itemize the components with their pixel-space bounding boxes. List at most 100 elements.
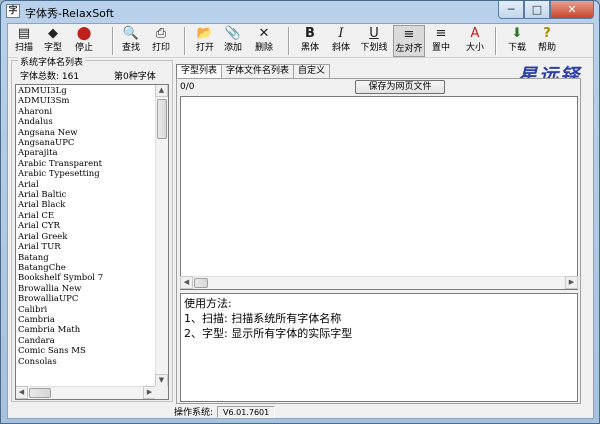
font-list-item[interactable]: ADMUI3Sm: [17, 96, 156, 106]
os-version: V6.01.7601: [217, 405, 276, 418]
toolbar-button-align-center[interactable]: ≡ 置中: [427, 25, 455, 57]
font-index-label: 第0种字体: [114, 72, 156, 82]
font-list-item[interactable]: Browallia New: [17, 284, 156, 294]
help-icon: ?: [543, 26, 551, 41]
tab-font-file-list[interactable]: 字体文件名列表: [221, 64, 295, 78]
status-bar: 操作系统: V6.01.7601: [174, 405, 276, 418]
font-list-item[interactable]: Angsana New: [17, 128, 156, 138]
font-list-item[interactable]: Arial TUR: [17, 242, 156, 252]
font-list-item[interactable]: Arial: [17, 180, 156, 190]
font-list-item[interactable]: Arabic Transparent: [17, 159, 156, 169]
font-list-item[interactable]: Batang: [17, 253, 156, 263]
font-list-item[interactable]: Consolas: [17, 357, 156, 367]
font-list-item[interactable]: Arial CE: [17, 211, 156, 221]
client-area: ▤ 扫描 ◆ 字型 ⬤ 停止 🔍 查找 ⎙ 打印 📂 打开 📎 添加 ✕ 删除 B 黑体 I 斜体 U 下划线 ≡ 左对齐 ≡ 置…: [7, 23, 594, 419]
usage-line: 1、扫描: 扫描系统所有字体名称: [184, 312, 342, 325]
font-list-horizontal-scrollbar[interactable]: ◀ ▶: [16, 386, 156, 399]
font-list-item[interactable]: Bookshelf Symbol 7: [17, 273, 156, 283]
toolbar-separator: [184, 27, 186, 55]
font-list-item[interactable]: Cambria: [17, 315, 156, 325]
toolbar-button-label: 大小: [465, 43, 484, 53]
scroll-left-icon[interactable]: ◀: [16, 386, 28, 399]
font-list-item[interactable]: Andalus: [17, 117, 156, 127]
font-list-item[interactable]: Comic Sans MS: [17, 346, 156, 356]
scroll-thumb[interactable]: [157, 99, 167, 139]
download-icon: ⬇: [511, 26, 523, 41]
font-list-vertical-scrollbar[interactable]: ▲ ▼: [155, 85, 168, 387]
scroll-up-icon[interactable]: ▲: [155, 85, 168, 97]
scroll-right-icon[interactable]: ▶: [565, 276, 578, 289]
toolbar-button-printer[interactable]: ⎙ 打印: [148, 25, 174, 57]
toolbar-button-underline[interactable]: U 下划线: [358, 25, 390, 57]
tab-panel: 0/0 保存为网页文件 ◀ ▶ 使用方法: 1、扫描: 扫描系统所有字体名称 2…: [176, 78, 581, 404]
font-size-icon: A: [470, 26, 480, 41]
toolbar-button-label: 停止: [74, 43, 93, 53]
delete-icon: ✕: [258, 26, 270, 41]
page-counter: 0/0: [180, 82, 195, 92]
toolbar-button-label: 黑体: [300, 43, 319, 53]
scroll-thumb[interactable]: [194, 278, 208, 288]
font-list-item[interactable]: BatangChe: [17, 263, 156, 273]
font-list-item[interactable]: Aparajita: [17, 148, 156, 158]
toolbar-separator: [495, 27, 497, 55]
toolbar-button-scanner[interactable]: ▤ 扫描: [11, 25, 37, 57]
scroll-left-icon[interactable]: ◀: [180, 276, 193, 289]
minimize-button[interactable]: ─: [498, 1, 524, 19]
toolbar-button-help[interactable]: ? 帮助: [533, 25, 561, 57]
toolbar-button-delete[interactable]: ✕ 删除: [251, 25, 277, 57]
close-button[interactable]: ✕: [550, 1, 594, 19]
font-list-item[interactable]: Arial CYR: [17, 221, 156, 231]
font-list-item[interactable]: Arabic Typesetting: [17, 169, 156, 179]
document-icon: 字: [6, 4, 20, 18]
toolbar-button-align-left[interactable]: ≡ 左对齐: [393, 25, 425, 57]
toolbar-button-find[interactable]: 🔍 查找: [118, 25, 144, 57]
app-window: 字 字体秀-RelaxSoft ─ □ ✕ ▤ 扫描 ◆ 字型 ⬤ 停止 🔍 查找 ⎙ 打印 📂 打开…: [0, 0, 600, 424]
font-list-item[interactable]: Aharoni: [17, 107, 156, 117]
font-list-item[interactable]: Arial Black: [17, 200, 156, 210]
tab-custom[interactable]: 自定义: [293, 64, 331, 78]
toolbar-button-label: 查找: [121, 43, 140, 53]
align-center-icon: ≡: [435, 26, 447, 41]
toolbar-button-stop[interactable]: ⬤ 停止: [71, 25, 97, 57]
title-bar[interactable]: 字 字体秀-RelaxSoft ─ □ ✕: [1, 1, 599, 22]
toolbar-button-label: 左对齐: [395, 44, 423, 54]
tab-font-style-list[interactable]: 字型列表: [176, 64, 223, 78]
paperclip-icon: 📎: [224, 26, 242, 41]
underline-icon: U: [369, 26, 379, 41]
toolbar-button-label: 字型: [43, 43, 62, 53]
toolbar-button-bold[interactable]: B 黑体: [296, 25, 324, 57]
toolbar-button-label: 打印: [151, 43, 170, 53]
maximize-icon: □: [531, 3, 543, 16]
toolbar-button-label: 下划线: [360, 43, 388, 53]
font-list-item[interactable]: ADMUI3Lg: [17, 86, 156, 96]
printer-icon: ⎙: [155, 26, 167, 41]
toolbar-button-label: 置中: [431, 43, 450, 53]
font-list-item[interactable]: Arial Greek: [17, 232, 156, 242]
font-list-item[interactable]: AngsanaUPC: [17, 138, 156, 148]
toolbar-button-font-size[interactable]: A 大小: [460, 25, 490, 57]
save-as-webpage-button[interactable]: 保存为网页文件: [355, 80, 445, 94]
toolbar-separator: [112, 27, 114, 55]
toolbar-button-italic[interactable]: I 斜体: [327, 25, 355, 57]
toolbar-button-paperclip[interactable]: 📎 添加: [220, 25, 246, 57]
font-list[interactable]: ADMUI3Lg ADMUI3Sm Aharoni Andalus Angsana Ne…: [15, 84, 169, 400]
align-left-icon: ≡: [403, 27, 415, 42]
font-preview-area[interactable]: ◀ ▶: [180, 96, 578, 290]
font-list-item[interactable]: Arial Baltic: [17, 190, 156, 200]
font-list-item[interactable]: Cambria Math: [17, 325, 156, 335]
font-list-item[interactable]: Calibri: [17, 305, 156, 315]
system-fonts-group: 系统字体名列表 字体总数: 161 第0种字体 ADMUI3Lg ADMUI3Sm…: [11, 55, 173, 402]
font-list-item[interactable]: BrowalliaUPC: [17, 294, 156, 304]
toolbar-button-font-style[interactable]: ◆ 字型: [40, 25, 66, 57]
maximize-button[interactable]: □: [524, 1, 550, 19]
toolbar-button-download[interactable]: ⬇ 下载: [503, 25, 531, 57]
group-title: 系统字体名列表: [18, 55, 86, 68]
font-count-label: 字体总数: 161: [20, 72, 80, 82]
font-list-item[interactable]: Candara: [17, 336, 156, 346]
toolbar-button-open-folder[interactable]: 📂 打开: [192, 25, 218, 57]
preview-horizontal-scrollbar[interactable]: ◀ ▶: [180, 276, 578, 289]
toolbar-button-label: 下载: [507, 43, 526, 53]
usage-line: 使用方法:: [184, 297, 232, 310]
window-title: 字体秀-RelaxSoft: [25, 7, 114, 20]
scroll-thumb[interactable]: [29, 388, 51, 398]
